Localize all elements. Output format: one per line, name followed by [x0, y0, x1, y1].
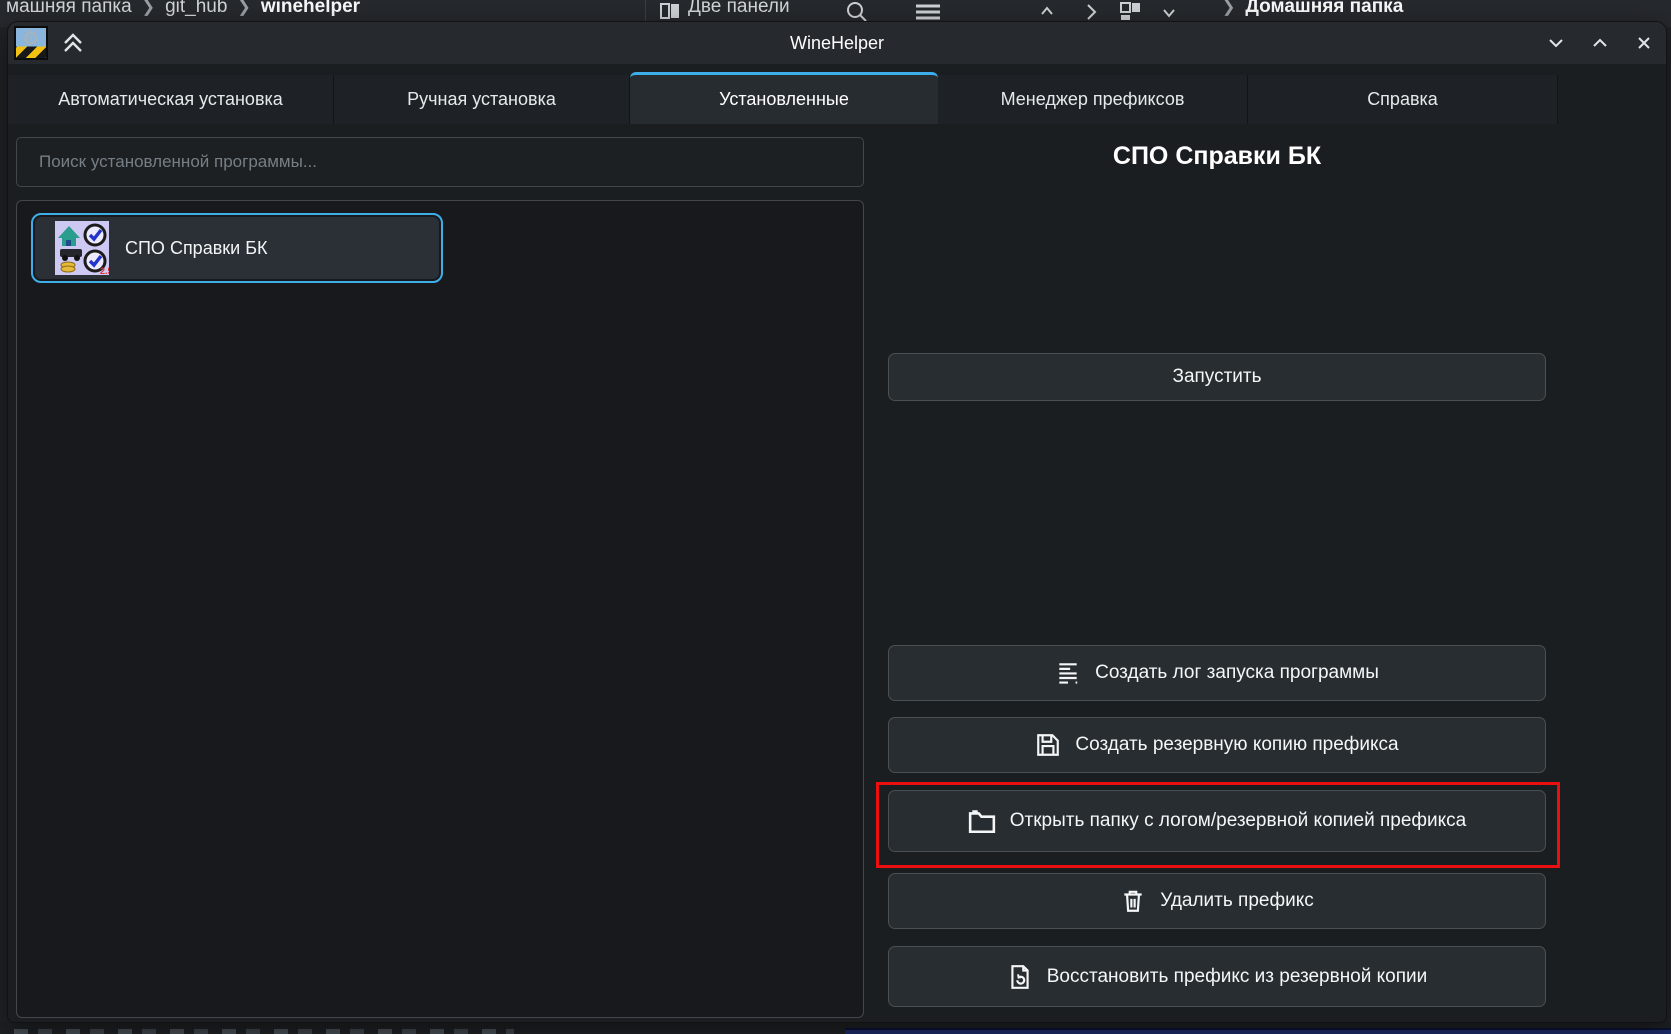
right-panel-breadcrumb: ❯ Домашняя папка [1212, 0, 1403, 18]
breadcrumb-segment[interactable]: git_hub [165, 0, 227, 17]
breadcrumb-segment-home[interactable]: Домашняя папка [1245, 0, 1403, 17]
winehelper-window: ⚙ WineHelper Автоматическая установка Ру… [8, 22, 1666, 1022]
chevron-right-icon: ❯ [237, 0, 250, 16]
close-button[interactable] [1634, 33, 1654, 53]
restore-prefix-label: Восстановить префикс из резервной копии [1047, 966, 1428, 988]
run-button-label: Запустить [1172, 366, 1261, 388]
app-pixel-icon: 2.5 [55, 221, 109, 275]
run-button[interactable]: Запустить [888, 353, 1546, 401]
search-installed-input[interactable] [16, 137, 864, 187]
tab-prefix-manager[interactable]: Менеджер префиксов [938, 75, 1248, 124]
chevron-right-icon: ❯ [142, 0, 155, 16]
delete-prefix-label: Удалить префикс [1160, 890, 1314, 912]
breadcrumb-segment-current[interactable]: winehelper [261, 0, 360, 17]
list-item-app[interactable]: 2.5 СПО Справки БК [31, 213, 443, 283]
create-log-label: Создать лог запуска программы [1095, 662, 1379, 684]
backup-prefix-label: Создать резервную копию префикса [1075, 734, 1398, 756]
installed-apps-list: 2.5 СПО Справки БК [16, 200, 864, 1018]
folder-icon [968, 808, 996, 834]
minimize-button[interactable] [1546, 33, 1566, 53]
tab-help[interactable]: Справка [1248, 75, 1558, 124]
background-navy-window-edge [845, 1028, 1671, 1034]
log-lines-icon [1055, 660, 1081, 686]
svg-text:2.5: 2.5 [100, 266, 109, 275]
tab-installed[interactable]: Установленные [630, 72, 938, 124]
background-bottom-strip [0, 1022, 1671, 1034]
breadcrumb: машняя папка ❯ git_hub ❯ winehelper [6, 0, 360, 18]
restore-prefix-button[interactable]: Восстановить префикс из резервной копии [888, 946, 1546, 1007]
trash-icon [1120, 888, 1146, 914]
create-log-button[interactable]: Создать лог запуска программы [888, 645, 1546, 701]
breadcrumb-segment[interactable]: машняя папка [6, 0, 132, 17]
tab-auto-install[interactable]: Автоматическая установка [8, 75, 334, 124]
maximize-button[interactable] [1590, 33, 1610, 53]
backup-prefix-button[interactable]: Создать резервную копию префикса [888, 717, 1546, 773]
app-item-label: СПО Справки БК [125, 238, 268, 259]
open-folder-label: Открыть папку с логом/резервной копией п… [1010, 810, 1467, 832]
tab-bar: Автоматическая установка Ручная установк… [8, 72, 1558, 146]
tab-manual-install[interactable]: Ручная установка [334, 75, 630, 124]
selected-app-title: СПО Справки БК [888, 142, 1546, 171]
delete-prefix-button[interactable]: Удалить префикс [888, 873, 1546, 929]
floppy-icon [1035, 732, 1061, 758]
window-titlebar[interactable]: ⚙ WineHelper [8, 22, 1666, 64]
two-panels-button[interactable]: Две панели [688, 0, 790, 18]
background-terminal-text-fragment [14, 1029, 514, 1034]
restore-backup-icon [1007, 964, 1033, 990]
chevron-right-icon: ❯ [1222, 0, 1235, 16]
open-folder-button[interactable]: Открыть папку с логом/резервной копией п… [888, 790, 1546, 852]
window-title: WineHelper [8, 33, 1666, 54]
